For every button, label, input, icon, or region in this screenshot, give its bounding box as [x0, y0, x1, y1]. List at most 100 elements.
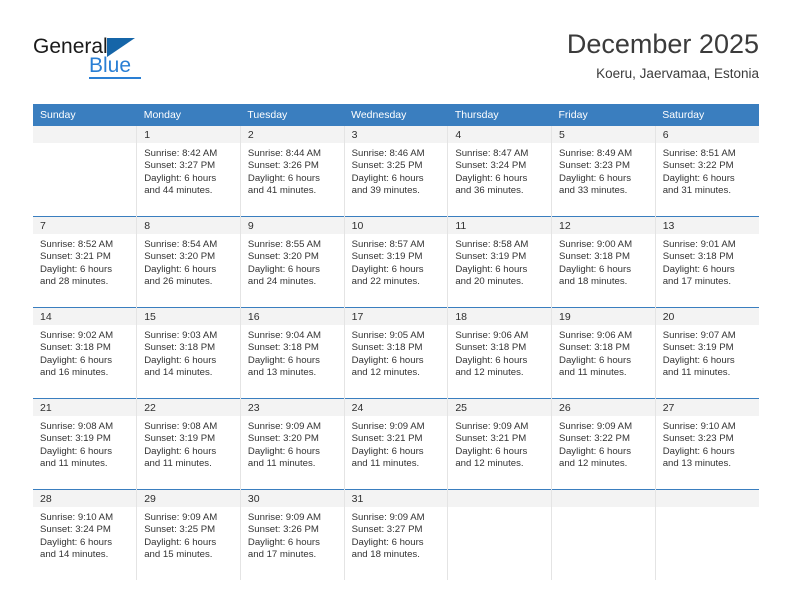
day-cell-inner: 31 Sunrise: 9:09 AM Sunset: 3:27 PM Dayligh…	[344, 490, 448, 580]
sunrise-time: Sunrise: 8:54 AM	[144, 239, 218, 250]
calendar-day-cell[interactable]: 4 Sunrise: 8:47 AM Sunset: 3:24 PM Daylight…	[447, 126, 553, 217]
day-number: 12	[552, 217, 655, 234]
calendar-day-cell[interactable]: 5 Sunrise: 8:49 AM Sunset: 3:23 PM Daylight…	[551, 126, 656, 217]
sunset-time: Sunset: 3:27 PM	[144, 160, 216, 172]
calendar-day-cell[interactable]: 20 Sunrise: 9:07 AM Sunset: 3:19 PM Dayligh…	[655, 307, 759, 399]
sunrise-time: Sunrise: 8:58 AM	[455, 239, 529, 250]
logo-underline	[89, 77, 141, 79]
day-cell-inner: 8 Sunrise: 8:54 AM Sunset: 3:20 PM Daylight…	[137, 217, 240, 307]
day-cell-details: Sunrise: 8:44 AM Sunset: 3:26 PM Daylight:…	[241, 143, 344, 198]
calendar-week-row: 28 Sunrise: 9:10 AM Sunset: 3:24 PM Dayligh…	[33, 489, 759, 580]
day-cell-inner: 19 Sunrise: 9:06 AM Sunset: 3:18 PM Dayligh…	[552, 308, 655, 398]
day-cell-inner: 12 Sunrise: 9:00 AM Sunset: 3:18 PM Dayligh…	[552, 217, 655, 307]
sunrise-time: Sunrise: 9:05 AM	[351, 330, 425, 341]
daylight-duration-line1: Daylight: 6 hours	[455, 263, 528, 275]
calendar-day-cell[interactable]: 8 Sunrise: 8:54 AM Sunset: 3:20 PM Daylight…	[136, 216, 241, 308]
calendar-day-cell[interactable]: 14 Sunrise: 9:02 AM Sunset: 3:18 PM Dayligh…	[33, 307, 138, 399]
day-cell-details	[656, 507, 759, 512]
calendar-day-cell[interactable]: 31 Sunrise: 9:09 AM Sunset: 3:27 PM Dayligh…	[344, 489, 449, 580]
daylight-duration-line1: Daylight: 6 hours	[662, 445, 735, 457]
day-number	[552, 490, 655, 507]
calendar-day-cell[interactable]: 22 Sunrise: 9:08 AM Sunset: 3:19 PM Dayligh…	[136, 398, 241, 490]
daylight-duration-line1: Daylight: 6 hours	[559, 263, 632, 275]
calendar-day-cell[interactable]: 21 Sunrise: 9:08 AM Sunset: 3:19 PM Dayligh…	[33, 398, 138, 490]
sunrise-time: Sunrise: 9:03 AM	[144, 330, 218, 341]
calendar-day-cell[interactable]: 15 Sunrise: 9:03 AM Sunset: 3:18 PM Dayligh…	[136, 307, 241, 399]
daylight-duration-line2: and 11 minutes.	[662, 367, 731, 379]
day-number: 23	[240, 399, 344, 416]
calendar-day-cell[interactable]: 26 Sunrise: 9:09 AM Sunset: 3:22 PM Dayligh…	[551, 398, 656, 490]
sunrise-time: Sunrise: 8:42 AM	[144, 148, 218, 159]
day-cell-inner: 17 Sunrise: 9:05 AM Sunset: 3:18 PM Dayligh…	[344, 308, 448, 398]
day-cell-details: Sunrise: 9:06 AM Sunset: 3:18 PM Daylight:…	[448, 325, 551, 380]
calendar-day-cell[interactable]: 9 Sunrise: 8:55 AM Sunset: 3:20 PM Daylight…	[240, 216, 345, 308]
weekday-header-wednesday: Wednesday	[344, 104, 448, 126]
day-cell-inner: 16 Sunrise: 9:04 AM Sunset: 3:18 PM Dayligh…	[240, 308, 344, 398]
daylight-duration-line2: and 13 minutes.	[662, 458, 731, 470]
daylight-duration-line2: and 18 minutes.	[559, 276, 628, 288]
page-subtitle-location: Koeru, Jaervamaa, Estonia	[596, 66, 759, 81]
day-number: 5	[552, 126, 655, 143]
calendar-day-cell[interactable]: 13 Sunrise: 9:01 AM Sunset: 3:18 PM Dayligh…	[655, 216, 759, 308]
daylight-duration-line2: and 41 minutes.	[247, 185, 317, 197]
daylight-duration-line2: and 39 minutes.	[351, 185, 420, 197]
daylight-duration-line2: and 13 minutes.	[247, 367, 317, 379]
calendar-day-cell[interactable]: 11 Sunrise: 8:58 AM Sunset: 3:19 PM Dayligh…	[447, 216, 553, 308]
calendar-day-cell[interactable]: 28 Sunrise: 9:10 AM Sunset: 3:24 PM Dayligh…	[33, 489, 138, 580]
calendar-day-cell[interactable]: 19 Sunrise: 9:06 AM Sunset: 3:18 PM Dayligh…	[551, 307, 656, 399]
calendar-day-cell[interactable]: 29 Sunrise: 9:09 AM Sunset: 3:25 PM Dayligh…	[136, 489, 241, 580]
sunrise-time: Sunrise: 9:09 AM	[455, 421, 529, 432]
daylight-duration-line2: and 44 minutes.	[144, 185, 213, 197]
daylight-duration-line2: and 20 minutes.	[455, 276, 524, 288]
weekday-header-friday: Friday	[551, 104, 656, 126]
calendar-day-cell[interactable]: 24 Sunrise: 9:09 AM Sunset: 3:21 PM Dayligh…	[344, 398, 449, 490]
daylight-duration-line1: Daylight: 6 hours	[351, 172, 424, 184]
title-block: December 2025 Koeru, Jaervamaa, Estonia	[567, 28, 759, 84]
day-cell-inner: 4 Sunrise: 8:47 AM Sunset: 3:24 PM Daylight…	[448, 126, 552, 216]
sunset-time: Sunset: 3:23 PM	[559, 160, 630, 172]
calendar-day-cell[interactable]: 2 Sunrise: 8:44 AM Sunset: 3:26 PM Daylight…	[240, 126, 345, 217]
sunset-time: Sunset: 3:22 PM	[662, 160, 734, 172]
sunrise-time: Sunrise: 9:08 AM	[40, 421, 114, 432]
calendar-day-cell[interactable]: 17 Sunrise: 9:05 AM Sunset: 3:18 PM Dayligh…	[344, 307, 449, 399]
sunset-time: Sunset: 3:20 PM	[247, 433, 319, 445]
calendar-day-cell[interactable]: 16 Sunrise: 9:04 AM Sunset: 3:18 PM Dayligh…	[240, 307, 345, 399]
sunset-time: Sunset: 3:18 PM	[455, 342, 527, 354]
day-number: 16	[240, 308, 344, 325]
day-cell-details: Sunrise: 9:10 AM Sunset: 3:23 PM Daylight:…	[656, 416, 759, 471]
sunrise-time: Sunrise: 8:47 AM	[455, 148, 529, 159]
calendar-day-cell[interactable]: 6 Sunrise: 8:51 AM Sunset: 3:22 PM Daylight…	[655, 126, 759, 217]
calendar-day-cell[interactable]: 23 Sunrise: 9:09 AM Sunset: 3:20 PM Dayligh…	[240, 398, 345, 490]
day-cell-details: Sunrise: 9:09 AM Sunset: 3:21 PM Daylight:…	[448, 416, 551, 471]
day-number: 28	[33, 490, 137, 507]
calendar-day-cell[interactable]: 7 Sunrise: 8:52 AM Sunset: 3:21 PM Daylight…	[33, 216, 138, 308]
day-cell-inner	[552, 490, 655, 580]
day-cell-inner: 13 Sunrise: 9:01 AM Sunset: 3:18 PM Dayligh…	[655, 217, 759, 307]
calendar-day-cell[interactable]: 1 Sunrise: 8:42 AM Sunset: 3:27 PM Daylight…	[136, 126, 241, 217]
daylight-duration-line2: and 18 minutes.	[351, 549, 420, 561]
calendar-day-cell[interactable]: 27 Sunrise: 9:10 AM Sunset: 3:23 PM Dayligh…	[655, 398, 759, 490]
page-title: December 2025	[566, 29, 759, 59]
day-number	[33, 126, 137, 143]
calendar-day-cell[interactable]: 25 Sunrise: 9:09 AM Sunset: 3:21 PM Dayligh…	[447, 398, 553, 490]
day-cell-details: Sunrise: 8:57 AM Sunset: 3:19 PM Daylight:…	[345, 234, 448, 289]
sunrise-time: Sunrise: 9:09 AM	[351, 421, 425, 432]
daylight-duration-line2: and 11 minutes.	[559, 367, 627, 379]
calendar-day-cell[interactable]: 12 Sunrise: 9:00 AM Sunset: 3:18 PM Dayligh…	[551, 216, 656, 308]
calendar-day-cell[interactable]: 10 Sunrise: 8:57 AM Sunset: 3:19 PM Dayligh…	[344, 216, 449, 308]
daylight-duration-line2: and 31 minutes.	[662, 185, 731, 197]
page-header: General Blue December 2025 Koeru, Jaerva…	[33, 28, 759, 98]
day-cell-details: Sunrise: 9:05 AM Sunset: 3:18 PM Daylight:…	[345, 325, 448, 380]
daylight-duration-line1: Daylight: 6 hours	[662, 354, 735, 366]
sunset-time: Sunset: 3:26 PM	[247, 524, 319, 536]
daylight-duration-line2: and 12 minutes.	[455, 367, 524, 379]
day-cell-details: Sunrise: 8:42 AM Sunset: 3:27 PM Daylight:…	[137, 143, 240, 198]
calendar-day-cell[interactable]: 30 Sunrise: 9:09 AM Sunset: 3:26 PM Dayligh…	[240, 489, 345, 580]
day-cell-details	[448, 507, 551, 512]
calendar-day-cell[interactable]: 18 Sunrise: 9:06 AM Sunset: 3:18 PM Dayligh…	[447, 307, 553, 399]
calendar-day-cell[interactable]: 3 Sunrise: 8:46 AM Sunset: 3:25 PM Daylight…	[344, 126, 449, 217]
sunrise-time: Sunrise: 9:07 AM	[662, 330, 736, 341]
sunset-time: Sunset: 3:18 PM	[247, 342, 319, 354]
day-number	[448, 490, 552, 507]
day-cell-details: Sunrise: 9:08 AM Sunset: 3:19 PM Daylight:…	[33, 416, 136, 471]
